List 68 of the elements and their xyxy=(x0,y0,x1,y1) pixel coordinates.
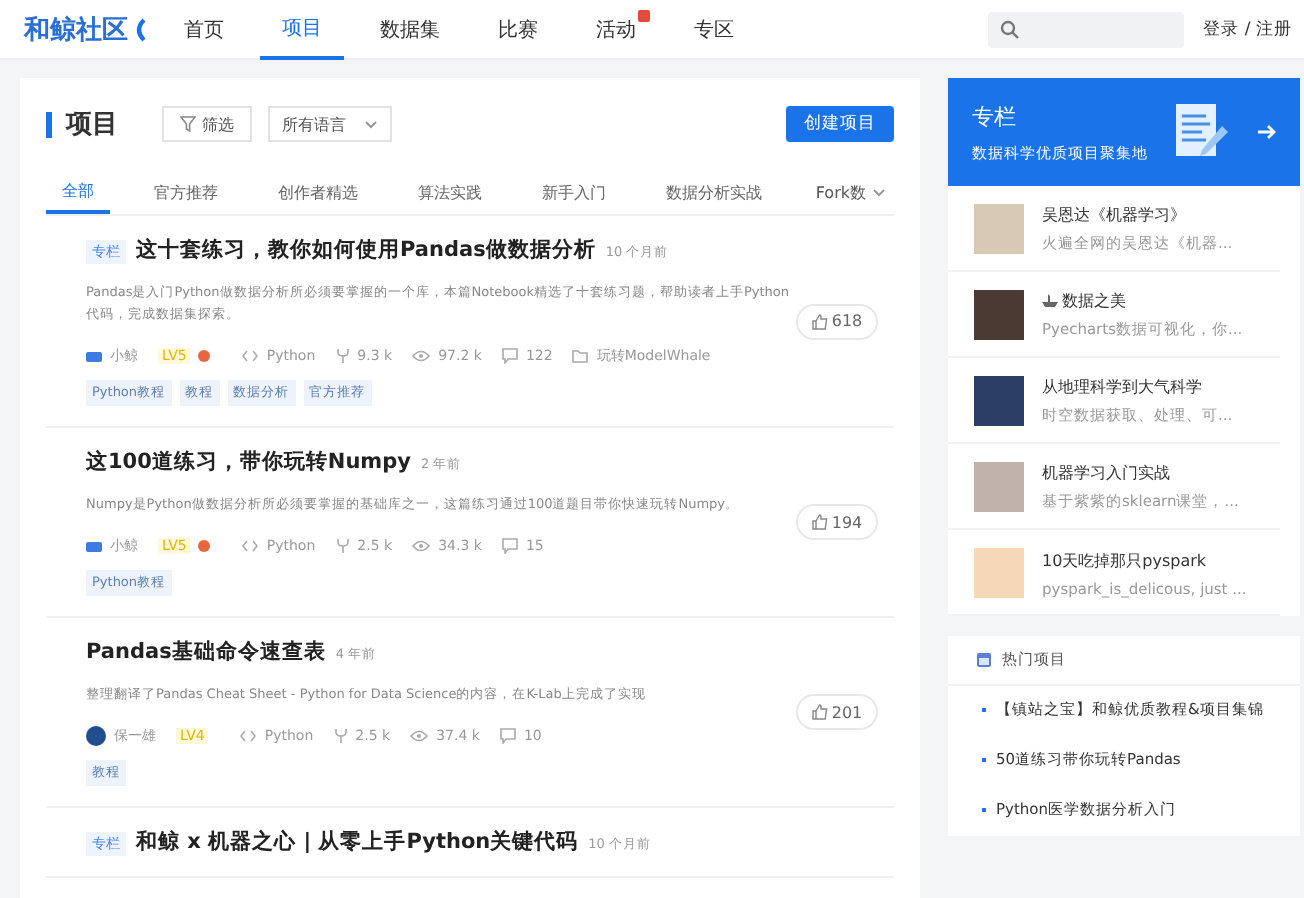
project-title[interactable]: 这十套练习，教你如何使用Pandas做数据分析 xyxy=(136,236,596,264)
code-icon xyxy=(242,350,259,362)
category-tab[interactable]: 新手入门 xyxy=(526,170,622,214)
category-tab[interactable]: 数据分析实战 xyxy=(650,170,778,214)
filter-icon xyxy=(180,116,196,132)
comment-icon xyxy=(501,538,518,554)
column-thumbnail[interactable] xyxy=(974,376,1024,426)
boat-icon xyxy=(1042,294,1058,308)
create-project-button[interactable]: 创建项目 xyxy=(786,106,894,142)
eye-icon xyxy=(412,540,431,552)
nav-link[interactable]: 专区 xyxy=(672,0,756,59)
thumbs-up-icon xyxy=(811,514,828,530)
category-tab[interactable]: 创作者精选 xyxy=(262,170,374,214)
search-field[interactable] xyxy=(987,11,1184,47)
eye-icon xyxy=(410,730,429,742)
nav-link[interactable]: 数据集 xyxy=(358,0,462,59)
category-tab[interactable]: 全部 xyxy=(46,170,110,214)
column-title[interactable]: 机器学习入门实战 xyxy=(1042,462,1239,484)
project-title[interactable]: Pandas基础命令速查表 xyxy=(86,638,326,666)
login-register-link[interactable]: 登录 / 注册 xyxy=(1203,17,1292,41)
author-avatar xyxy=(86,351,102,361)
chevron-down-icon xyxy=(872,187,886,197)
sort-dropdown[interactable]: Fork数 xyxy=(807,181,894,203)
folder-icon xyxy=(572,348,589,364)
fork-icon xyxy=(333,728,348,744)
project-title[interactable]: 这100道练习，带你玩转Numpy xyxy=(86,448,411,476)
banner-title: 专栏 xyxy=(972,101,1018,131)
chevron-down-icon xyxy=(364,119,378,129)
column-thumbnail[interactable] xyxy=(974,462,1024,512)
nav-link[interactable]: 比赛 xyxy=(476,0,560,59)
thumbs-up-icon xyxy=(811,313,828,329)
fork-icon xyxy=(335,538,350,554)
nav-link[interactable]: 活动 xyxy=(574,0,658,59)
fork-icon xyxy=(335,348,350,364)
eye-icon xyxy=(412,350,431,362)
language-select[interactable]: 所有语言 xyxy=(268,106,392,142)
author-avatar xyxy=(86,541,102,551)
panel-title: 项目 xyxy=(46,111,118,137)
search-icon xyxy=(999,19,1020,39)
category-tab[interactable]: 官方推荐 xyxy=(138,170,234,214)
comment-icon xyxy=(501,348,518,364)
column-thumbnail[interactable] xyxy=(974,548,1024,598)
column-thumbnail[interactable] xyxy=(974,290,1024,340)
project-title[interactable]: 和鲸 x 机器之心 | 从零上手Python关键代码 xyxy=(136,828,579,856)
comment-icon xyxy=(499,728,516,744)
like-button[interactable]: 201 xyxy=(796,694,878,730)
column-title[interactable]: 从地理科学到大气科学 xyxy=(1042,376,1233,398)
like-button[interactable]: 194 xyxy=(796,504,878,540)
medal-icon xyxy=(198,540,211,552)
like-button[interactable]: 618 xyxy=(796,303,878,339)
nav-link[interactable]: 项目 xyxy=(260,0,344,59)
thumbs-up-icon xyxy=(811,704,828,720)
site-logo[interactable]: 和鲸社区 xyxy=(24,11,162,47)
calendar-icon xyxy=(976,652,992,668)
logo-mark-icon xyxy=(134,17,146,41)
column-thumbnail[interactable] xyxy=(974,204,1024,254)
column-title[interactable]: 数据之美 xyxy=(1042,290,1243,312)
column-title[interactable]: 10天吃掉那只pyspark xyxy=(1042,549,1247,571)
document-pen-icon xyxy=(1174,102,1230,162)
arrow-right-icon xyxy=(1258,124,1276,140)
nav-link[interactable]: 首页 xyxy=(162,0,246,59)
filter-button[interactable]: 筛选 xyxy=(162,106,252,142)
column-title[interactable]: 吴恩达《机器学习》 xyxy=(1042,204,1233,226)
category-tab[interactable]: 算法实践 xyxy=(402,170,498,214)
medal-icon xyxy=(198,350,211,362)
author-avatar xyxy=(86,726,106,746)
code-icon xyxy=(242,540,259,552)
code-icon xyxy=(240,730,257,742)
